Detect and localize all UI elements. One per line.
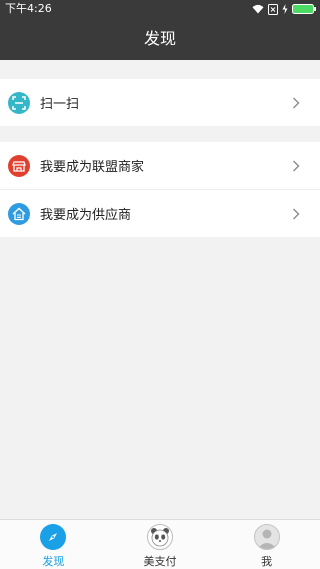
battery-icon	[292, 4, 316, 14]
page-header: 发现	[0, 18, 320, 60]
wifi-icon	[252, 4, 264, 14]
compass-icon	[40, 524, 67, 550]
shop-icon	[8, 154, 30, 177]
join-group: 我要成为联盟商家 我要成为供应商	[0, 142, 320, 237]
tab-me[interactable]: 我	[213, 520, 320, 569]
become-merchant-row[interactable]: 我要成为联盟商家	[0, 142, 320, 189]
tab-me-label: 我	[261, 555, 273, 568]
page-title: 发现	[143, 29, 176, 48]
bottom-tab-bar: 发现 美支付 我	[0, 519, 320, 569]
tab-discover-label: 发现	[42, 555, 65, 568]
scan-group: 扫一扫	[0, 79, 320, 126]
chevron-right-icon	[293, 97, 300, 108]
scan-label: 扫一扫	[40, 97, 80, 112]
become-merchant-label: 我要成为联盟商家	[40, 160, 145, 175]
status-icons	[252, 0, 316, 18]
scan-icon	[8, 91, 30, 114]
supplier-home-icon	[8, 202, 30, 225]
panda-icon	[147, 524, 173, 550]
tab-discover[interactable]: 发现	[0, 520, 107, 569]
scan-row[interactable]: 扫一扫	[0, 79, 320, 126]
tab-pay[interactable]: 美支付	[107, 520, 214, 569]
chevron-right-icon	[293, 160, 300, 171]
charging-icon	[282, 4, 288, 14]
tab-pay-label: 美支付	[143, 555, 177, 568]
sim-off-icon	[268, 3, 278, 15]
status-bar: 下午4:26	[0, 0, 320, 18]
status-time: 下午4:26	[5, 2, 52, 15]
chevron-right-icon	[293, 208, 300, 219]
become-supplier-row[interactable]: 我要成为供应商	[0, 189, 320, 237]
become-supplier-label: 我要成为供应商	[40, 208, 132, 223]
user-avatar-icon	[253, 524, 280, 550]
